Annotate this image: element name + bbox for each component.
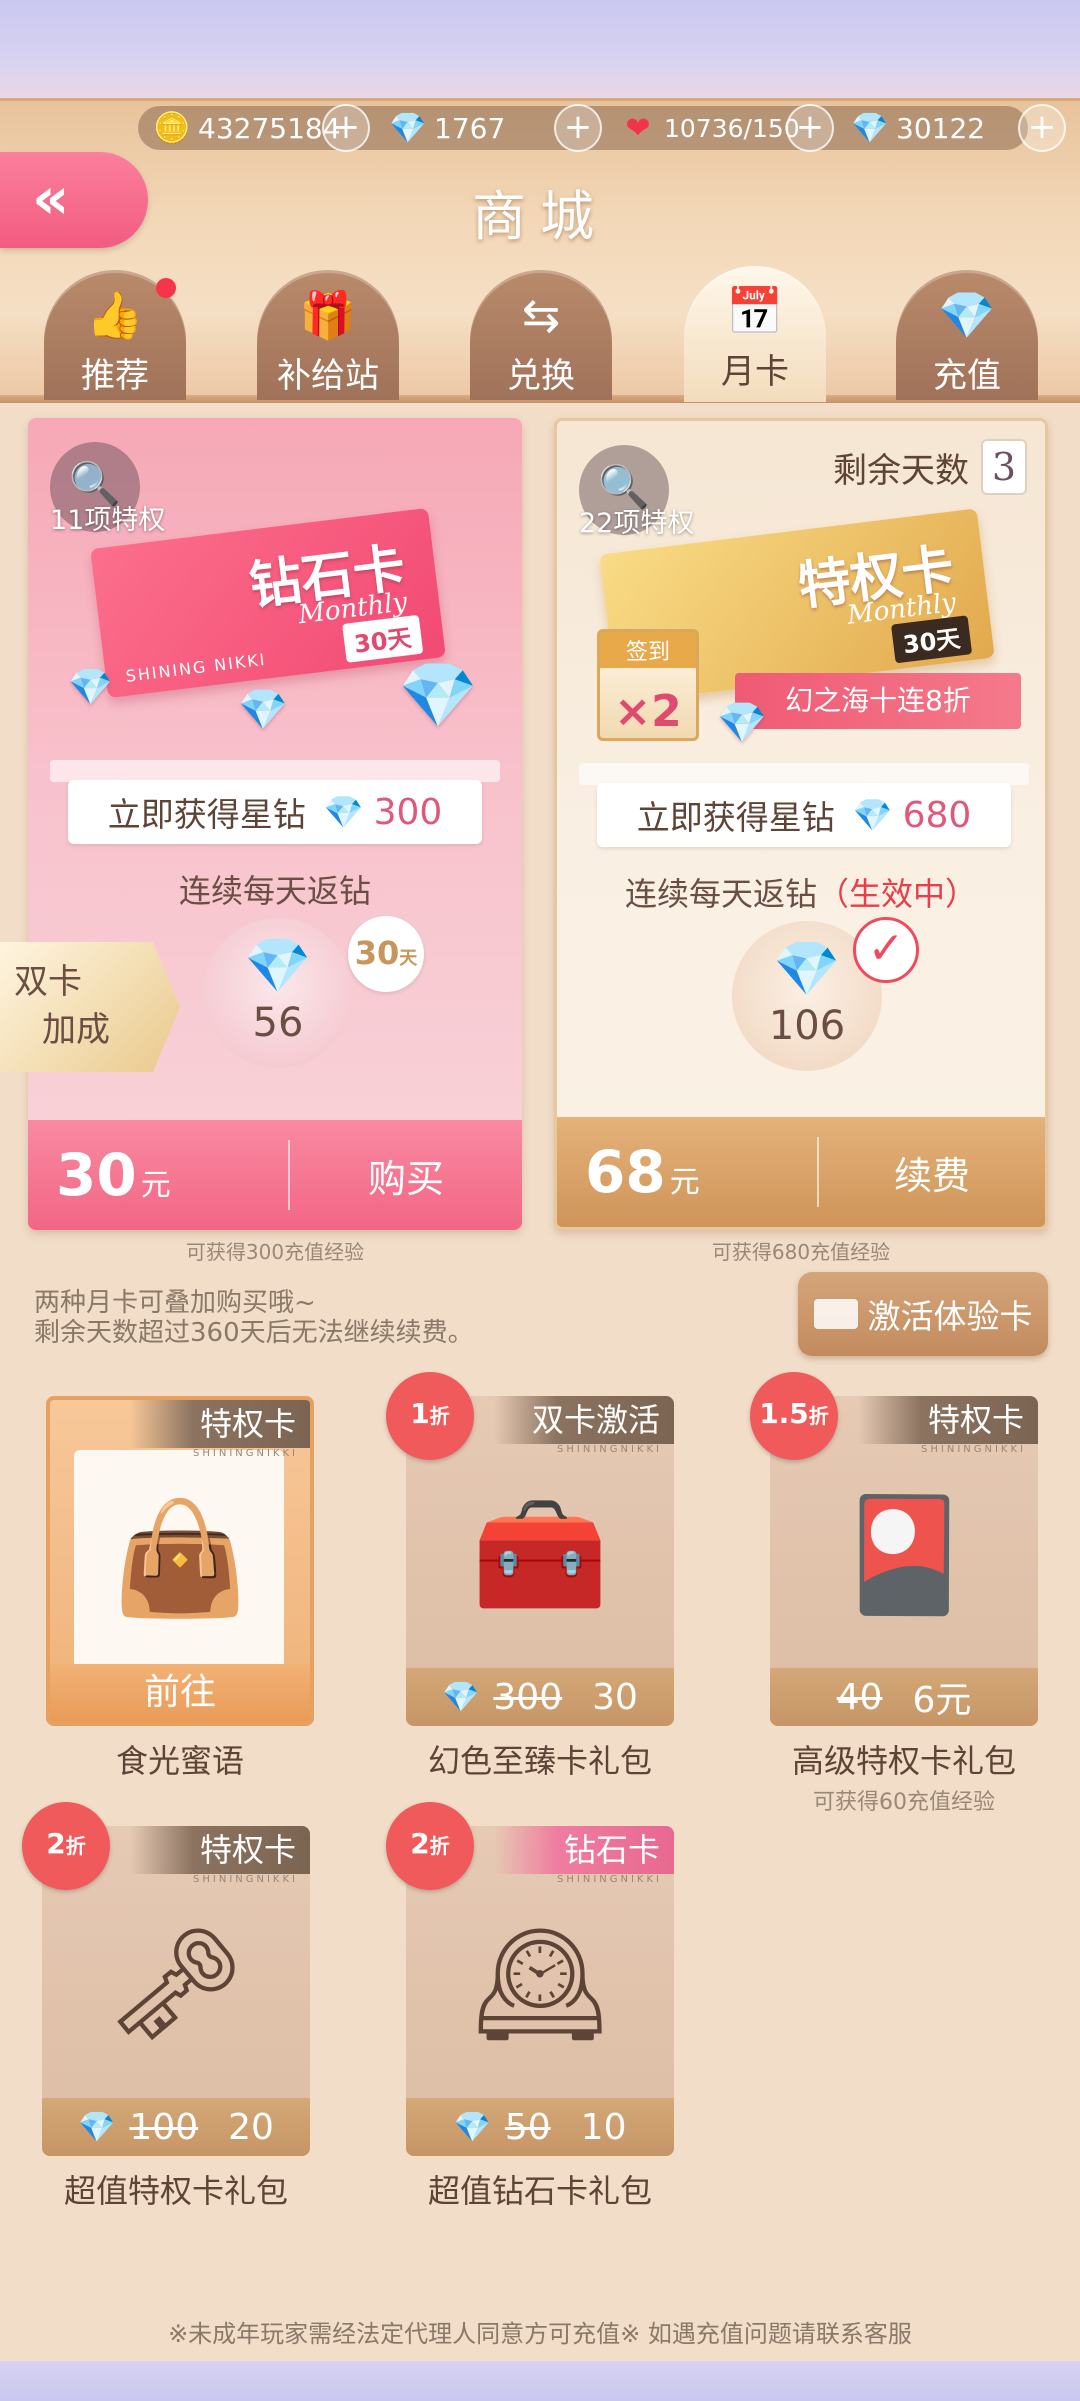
privilege-card-buy-bar: 68 元 续费 bbox=[557, 1117, 1045, 1227]
item-exp-note: 可获得60充值经验 bbox=[813, 1790, 995, 1815]
gem-icon: 💎 bbox=[244, 934, 312, 997]
item-ribbon: 特权卡 bbox=[130, 1400, 310, 1448]
display-shelf bbox=[579, 763, 1029, 785]
discount-badge: 2折 bbox=[22, 1802, 110, 1890]
duration-bubble: 30天 bbox=[348, 916, 424, 992]
activate-trial-card-button[interactable]: 激活体验卡 bbox=[798, 1272, 1048, 1356]
handbag-icon: 👜 bbox=[111, 1493, 249, 1622]
privilege-card-price: 68 元 bbox=[585, 1138, 700, 1206]
add-coin-button[interactable]: + bbox=[322, 104, 370, 152]
discount-badge: 1.5折 bbox=[750, 1372, 838, 1460]
display-shelf bbox=[50, 760, 500, 782]
item-price-bar[interactable]: 💎 50 10 bbox=[406, 2098, 674, 2156]
gift-box-icon: 🧰 bbox=[471, 1489, 609, 1618]
discount-badge: 2折 bbox=[386, 1802, 474, 1890]
instant-reward-banner: 立即获得星钻 💎 300 bbox=[68, 780, 482, 844]
star-diamond-icon: 💎 bbox=[851, 110, 889, 146]
shop-item[interactable]: 1.5折 特权卡 SHININGNIKKI 🎴 40 6元 高级特权卡礼包 可获… bbox=[750, 1372, 1038, 1816]
daily-return-label: 连续每天返钻 bbox=[178, 872, 371, 910]
item-name: 超值特权卡礼包 bbox=[63, 2172, 288, 2210]
instant-reward-banner: 立即获得星钻 💎 680 bbox=[597, 783, 1011, 847]
item-name: 高级特权卡礼包 bbox=[791, 1742, 1016, 1780]
item-ribbon: 钻石卡 bbox=[494, 1826, 674, 1874]
add-stamina-button[interactable]: + bbox=[786, 104, 834, 152]
coin-icon: 🪙 bbox=[153, 110, 191, 146]
clock-icon: 🕰 bbox=[470, 1919, 610, 2048]
shop-item[interactable]: 2折 钻石卡 SHININGNIKKI 🕰 💎 50 10 超值钻石卡礼包 bbox=[386, 1802, 674, 2212]
sign-in-double-badge: 签到 ×2 bbox=[597, 629, 699, 741]
footer-notice: ※未成年玩家需经法定代理人同意方可充值※ 如遇充值问题请联系客服 bbox=[168, 2320, 912, 2348]
gem-decoration-icon: 💎 bbox=[717, 700, 767, 746]
heart-icon: ❤ bbox=[625, 110, 651, 146]
stacking-tip: 两种月卡可叠加购买哦~ 剩余天数超过360天后无法继续续费。 bbox=[34, 1288, 474, 1348]
page-title: 商城 bbox=[472, 185, 608, 248]
diamond-card-price: 30 元 bbox=[56, 1141, 171, 1209]
privilege-card-exp-note: 可获得680充值经验 bbox=[711, 1240, 891, 1264]
card-icon bbox=[813, 1299, 858, 1329]
item-ribbon: 特权卡 bbox=[858, 1396, 1038, 1444]
check-icon: ✓ bbox=[853, 917, 919, 983]
tab-exchange[interactable]: ⇆ 兑换 bbox=[470, 270, 612, 400]
bottom-strip bbox=[0, 2361, 1080, 2401]
diamond-icon: 💎 bbox=[453, 2109, 491, 2145]
diamond-icon: 💎 bbox=[323, 793, 364, 831]
privilege-card[interactable]: 🔍 22项特权 剩余天数 3 特权卡 Monthly 30天 签到 ×2 幻之海… bbox=[554, 418, 1048, 1230]
supply-icon: 🎁 bbox=[299, 288, 357, 342]
item-card[interactable]: 特权卡 SHININGNIKKI 👜 前往 bbox=[46, 1396, 314, 1726]
exchange-icon: ⇆ bbox=[521, 288, 561, 342]
discount-badge: 1折 bbox=[386, 1372, 474, 1460]
promo-banner: 幻之海十连8折 bbox=[735, 673, 1021, 729]
keys-icon: 🗝 bbox=[106, 1919, 246, 2048]
item-ribbon: 特权卡 bbox=[130, 1826, 310, 1874]
tab-supply-station[interactable]: 🎁 补给站 bbox=[257, 270, 399, 400]
shop-item[interactable]: 特权卡 SHININGNIKKI 👜 前往 食光蜜语 bbox=[46, 1396, 314, 1782]
diamond-card-exp-note: 可获得300充值经验 bbox=[185, 1240, 365, 1264]
shop-item[interactable]: 1折 双卡激活 SHININGNIKKI 🧰 💎 300 30 幻色至臻卡礼包 bbox=[386, 1372, 674, 1782]
stamina-balance: ❤ 10736/150 bbox=[618, 106, 799, 150]
renew-button[interactable]: 续费 bbox=[819, 1145, 1045, 1200]
diamond-icon: 💎 bbox=[442, 1679, 480, 1715]
gem-decoration-icon: 💎 bbox=[68, 667, 113, 708]
privilege-count: 11项特权 bbox=[50, 505, 166, 536]
item-name: 幻色至臻卡礼包 bbox=[427, 1742, 652, 1780]
gem-decoration-icon: 💎 bbox=[238, 687, 288, 733]
privilege-count: 22项特权 bbox=[579, 508, 695, 539]
tab-monthly-card[interactable]: 📅 月卡 bbox=[684, 266, 826, 402]
diamond-icon: 💎 bbox=[938, 288, 996, 342]
item-ribbon: 双卡激活 bbox=[494, 1396, 674, 1444]
shop-item[interactable]: 2折 特权卡 SHININGNIKKI 🗝 💎 100 20 超值特权卡礼包 bbox=[22, 1802, 310, 2212]
coin-balance: 🪙 43275184 bbox=[152, 106, 340, 150]
diamond-icon: 💎 bbox=[852, 796, 893, 834]
add-diamond-button[interactable]: + bbox=[554, 104, 602, 152]
diamond-card[interactable]: 🔍 11项特权 钻石卡 Monthly SHINING NIKKI 30天 💎 … bbox=[28, 418, 522, 1230]
remaining-days: 剩余天数 3 bbox=[833, 439, 1027, 495]
star-diamond-balance: 💎 30122 bbox=[850, 106, 985, 150]
diamond-card-buy-bar: 30 元 购买 bbox=[28, 1120, 522, 1230]
daily-return-amount: 💎 56 bbox=[203, 918, 353, 1068]
gem-decoration-icon: 💎 bbox=[398, 659, 478, 733]
buy-button[interactable]: 购买 bbox=[290, 1148, 522, 1203]
item-price-bar[interactable]: 💎 300 30 bbox=[406, 1668, 674, 1726]
tab-recharge[interactable]: 💎 充值 bbox=[896, 270, 1038, 400]
item-price-bar[interactable]: 💎 100 20 bbox=[42, 2098, 310, 2156]
item-name: 超值钻石卡礼包 bbox=[427, 2172, 652, 2210]
diamond-balance: 💎 1767 bbox=[388, 106, 505, 150]
item-name: 食光蜜语 bbox=[115, 1742, 244, 1780]
item-price-bar[interactable]: 40 6元 bbox=[770, 1668, 1038, 1726]
calendar-icon: 📅 bbox=[726, 284, 784, 338]
diamond-icon: 💎 bbox=[78, 2109, 116, 2145]
status-strip bbox=[0, 0, 1080, 98]
add-star-diamond-button[interactable]: + bbox=[1018, 104, 1066, 152]
double-card-bonus-badge[interactable]: 双卡 加成 bbox=[0, 942, 180, 1072]
daily-return-label: 连续每天返钻（生效中） bbox=[624, 875, 978, 913]
diamond-icon: 💎 bbox=[389, 110, 427, 146]
goto-button[interactable]: 前往 bbox=[50, 1664, 310, 1722]
card-bundle-icon: 🎴 bbox=[835, 1489, 973, 1618]
notification-dot bbox=[156, 278, 176, 298]
